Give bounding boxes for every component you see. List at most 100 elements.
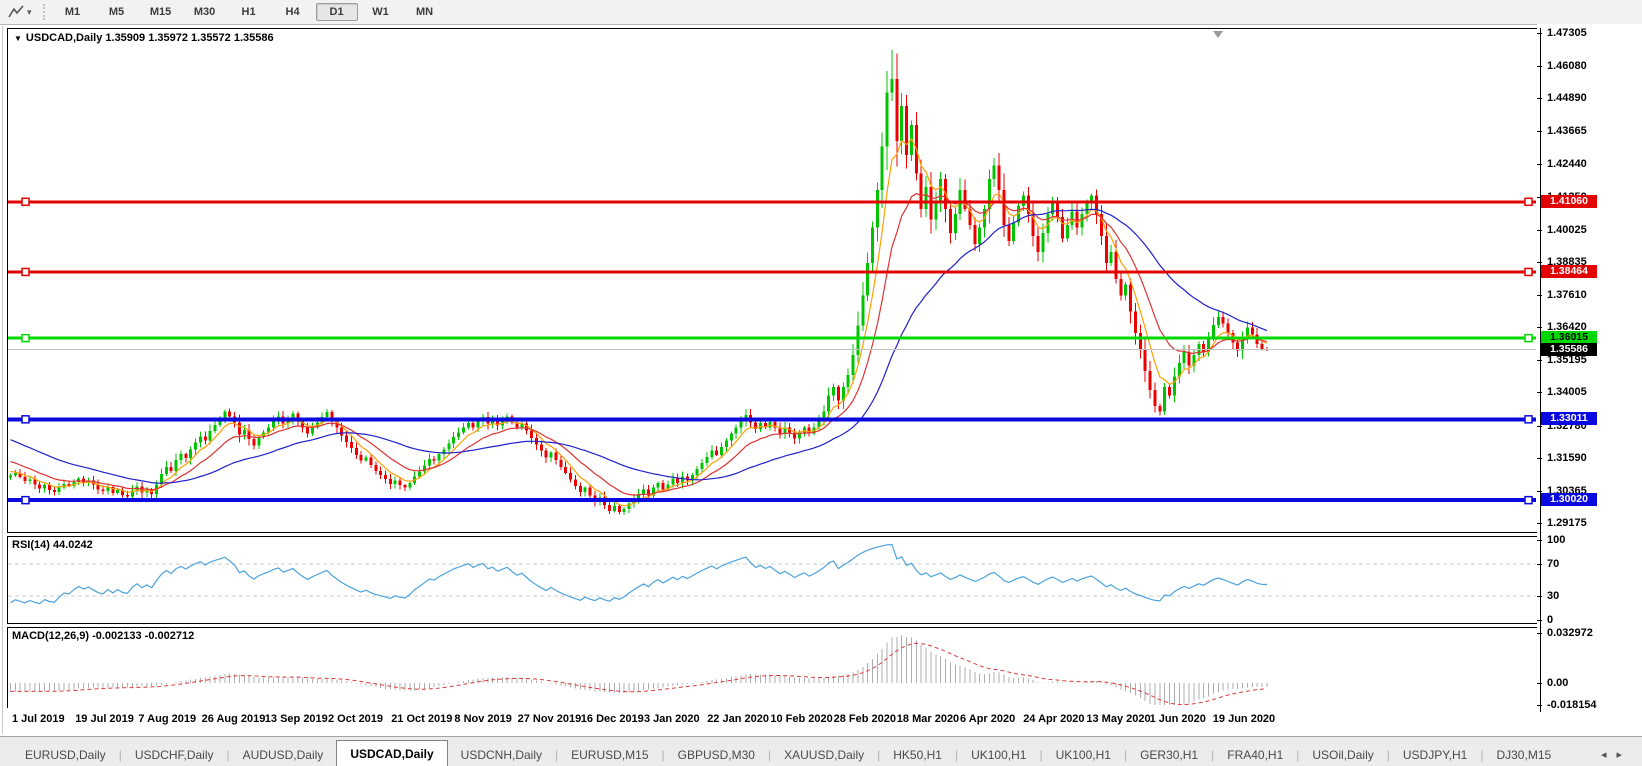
date-label: 2 Oct 2019 (328, 713, 384, 725)
price-tick-label: 1.44890 (1547, 92, 1587, 105)
axis-tick (1537, 164, 1542, 166)
date-label: 26 Aug 2019 (201, 713, 266, 725)
tab-scroll-left-icon[interactable]: ◂ (1601, 749, 1617, 761)
price-tick-label: 1.47305 (1547, 27, 1587, 39)
macd-canvas[interactable] (8, 628, 1536, 707)
date-label: 13 Sep 2019 (264, 713, 328, 725)
chart-tab-usdjpy-h1[interactable]: USDJPY,H1 (1390, 744, 1480, 766)
price-tick-label: 1.43665 (1547, 125, 1587, 138)
date-label: 1 Jun 2020 (1149, 713, 1206, 725)
price-tick-label: 1.42440 (1547, 158, 1587, 171)
date-label: 6 Apr 2020 (960, 713, 1016, 725)
tab-scroll-arrows: ◂▸ (1601, 748, 1632, 761)
timeframe-button-mn[interactable]: MN (404, 3, 446, 21)
timeframe-button-h4[interactable]: H4 (272, 3, 314, 21)
axis-tick (1537, 683, 1542, 684)
axis-tick (1537, 490, 1542, 492)
axis-tick (1537, 564, 1542, 565)
date-label: 3 Jan 2020 (644, 713, 700, 725)
rsi-tick-label: 0 (1547, 614, 1554, 626)
rsi-label: RSI(14) 44.0242 (12, 539, 93, 551)
timeframe-button-m15[interactable]: M15 (140, 3, 182, 21)
chart-tab-uk100-h1[interactable]: UK100,H1 (958, 744, 1039, 766)
chart-tab-dj30-m15[interactable]: DJ30,M15 (1483, 744, 1564, 766)
toolbar: ▾ M1 M5 M15 M30 H1 H4 D1 W1 MN (0, 0, 1642, 25)
chart-title: USDCAD,Daily (25, 32, 103, 44)
price-tick-label: 1.37610 (1547, 289, 1587, 302)
rsi-tick-label: 100 (1547, 534, 1566, 546)
window-frame-edge (2, 26, 3, 734)
axis-tick (1537, 327, 1542, 329)
date-label: 28 Feb 2020 (833, 713, 896, 725)
chart-tab-hk50-h1[interactable]: HK50,H1 (880, 744, 955, 766)
date-label: 24 Apr 2020 (1023, 713, 1085, 725)
level-price-label: 1.30020 (1541, 493, 1597, 507)
collapse-triangle-icon: ▼ (14, 34, 22, 43)
chart-tab-usdcad-daily[interactable]: USDCAD,Daily (336, 740, 448, 766)
chart-tab-uk100-h1[interactable]: UK100,H1 (1043, 744, 1124, 766)
axis-tick (1537, 523, 1542, 524)
line-studies-button[interactable]: ▾ (4, 3, 35, 21)
price-tick-label: 1.34005 (1547, 386, 1587, 399)
chart-tab-xauusd-daily[interactable]: XAUUSD,Daily (771, 744, 877, 766)
level-price-label: 1.38464 (1541, 264, 1597, 278)
date-label: 21 Oct 2019 (391, 713, 453, 725)
rsi-tick-label: 70 (1547, 558, 1560, 570)
timeframe-button-w1[interactable]: W1 (360, 3, 402, 21)
chart-tab-usdchf-daily[interactable]: USDCHF,Daily (122, 744, 227, 766)
line-studies-icon (8, 5, 24, 18)
axis-tick (1537, 98, 1542, 100)
axis-tick (1537, 620, 1542, 621)
chart-ohlc-header: ▼ USDCAD,Daily 1.35909 1.35972 1.35572 1.… (14, 32, 274, 44)
macd-tick-label: 0.032972 (1547, 627, 1593, 639)
rsi-canvas[interactable] (8, 537, 1536, 621)
macd-tick-label: 0.00 (1547, 677, 1569, 689)
axis-tick (1537, 261, 1542, 263)
price-axis: 1.473051.460801.448901.436651.424401.412… (1537, 24, 1642, 736)
chart-tab-gbpusd-m30[interactable]: GBPUSD,M30 (665, 744, 768, 766)
macd-panel: MACD(12,26,9) -0.002133 -0.002712 (7, 627, 1539, 710)
rsi-tick-label: 30 (1547, 590, 1560, 602)
timeframe-button-m5[interactable]: M5 (96, 3, 138, 21)
axis-tick (1537, 596, 1542, 597)
toolbar-grip (42, 4, 45, 20)
macd-label: MACD(12,26,9) -0.002133 -0.002712 (12, 630, 195, 642)
timeframe-button-d1[interactable]: D1 (315, 3, 358, 21)
chart-shift-marker[interactable] (1213, 31, 1223, 38)
axis-tick (1537, 633, 1542, 634)
rsi-panel: RSI(14) 44.0242 (7, 536, 1539, 624)
chart-tab-usdcnh-daily[interactable]: USDCNH,Daily (448, 744, 555, 766)
main-chart-canvas[interactable] (8, 29, 1536, 530)
date-label: 19 Jun 2020 (1212, 713, 1276, 725)
axis-tick (1537, 457, 1542, 459)
axis-tick (1537, 392, 1542, 394)
date-label: 19 Jul 2019 (75, 713, 134, 725)
axis-tick (1537, 66, 1542, 68)
axis-tick (1537, 705, 1542, 706)
chart-tab-ger30-h1[interactable]: GER30,H1 (1127, 744, 1211, 766)
date-label: 22 Jan 2020 (707, 713, 769, 725)
date-label: 1 Jul 2019 (12, 713, 65, 725)
mt4-window: ▾ M1 M5 M15 M30 H1 H4 D1 W1 MN ▼ USDCAD,Daily 1.3… (0, 0, 1642, 766)
tab-scroll-right-icon[interactable]: ▸ (1616, 749, 1632, 761)
date-label: 8 Nov 2019 (454, 713, 512, 725)
axis-tick (1537, 131, 1542, 133)
price-tick-label: 1.31590 (1547, 451, 1587, 464)
chart-ohlc-values: 1.35909 1.35972 1.35572 1.35586 (105, 32, 274, 44)
axis-tick (1537, 540, 1542, 541)
chart-tab-fra40-h1[interactable]: FRA40,H1 (1214, 744, 1296, 766)
timeframe-button-h1[interactable]: H1 (228, 3, 270, 21)
date-axis: 1 Jul 2019 19 Jul 2019 7 Aug 2019 26 Aug 20… (7, 708, 1537, 734)
chart-tab-eurusd-daily[interactable]: EURUSD,Daily (12, 744, 119, 766)
date-label: 18 Mar 2020 (896, 713, 960, 725)
timeframe-button-m30[interactable]: M30 (184, 3, 226, 21)
chart-tab-eurusd-m15[interactable]: EURUSD,M15 (558, 744, 661, 766)
date-label: 7 Aug 2019 (138, 713, 197, 725)
chart-tab-audusd-daily[interactable]: AUDUSD,Daily (230, 744, 337, 766)
level-price-label: 1.41060 (1541, 194, 1597, 208)
date-label: 27 Nov 2019 (517, 713, 582, 725)
chart-tab-usoil-daily[interactable]: USOil,Daily (1299, 744, 1386, 766)
timeframe-button-m1[interactable]: M1 (52, 3, 94, 21)
chevron-down-icon: ▾ (27, 6, 32, 17)
current-price-label: 1.35586 (1541, 342, 1597, 356)
